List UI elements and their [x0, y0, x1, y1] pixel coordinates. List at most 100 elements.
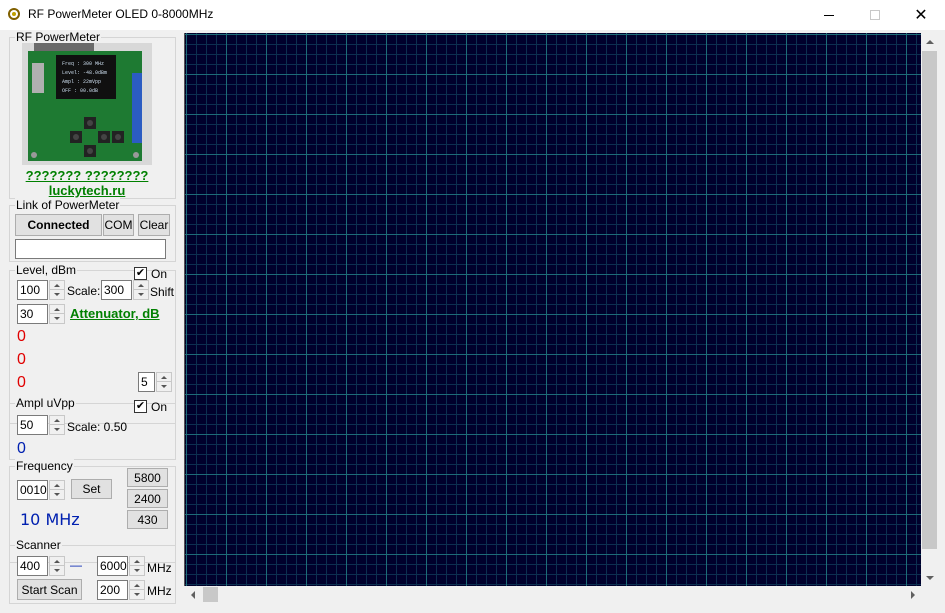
- ampl-scale-label: Scale: 0.50: [67, 420, 128, 434]
- scroll-down-icon[interactable]: [921, 569, 938, 586]
- level-reading-3: 0: [17, 374, 26, 391]
- scroll-right-icon[interactable]: [904, 586, 921, 603]
- scan-range-dash: —: [70, 558, 82, 572]
- client-area: RF PowerMeter Freq : 300 MHz Level: -48.…: [0, 30, 945, 613]
- spin-up-icon[interactable]: [50, 281, 64, 290]
- spin-down-icon[interactable]: [130, 566, 144, 575]
- level-reading-1: 0: [17, 328, 26, 345]
- scanner-group: Scanner 400 — 6000 MHz Start Scan 200 MH…: [9, 538, 176, 604]
- frequency-reading: 10 MHz: [20, 510, 80, 529]
- average-spinner[interactable]: [156, 372, 172, 392]
- scan-step-unit: MHz: [147, 584, 172, 598]
- spin-down-icon[interactable]: [130, 590, 144, 599]
- attenuator-link[interactable]: Attenuator, dB: [70, 306, 160, 321]
- ampl-on-checkbox[interactable]: ✔: [134, 400, 147, 413]
- spin-down-icon[interactable]: [50, 290, 64, 299]
- device-photo: Freq : 300 MHz Level: -48.0dBm Ampl : 22…: [22, 43, 152, 165]
- scan-start-spinner[interactable]: [49, 556, 65, 576]
- ampl-on-label: On: [151, 400, 168, 414]
- ampl-group-legend: Ampl uVpp: [15, 396, 76, 410]
- scroll-corner: [921, 586, 938, 603]
- preset-2400-button[interactable]: 2400: [127, 489, 168, 508]
- status-field[interactable]: [15, 239, 166, 259]
- scroll-up-icon[interactable]: [921, 33, 938, 50]
- link-group-legend: Link of PowerMeter: [15, 198, 121, 212]
- spin-down-icon[interactable]: [50, 490, 64, 499]
- svg-text:Freq : 300 MHz: Freq : 300 MHz: [62, 61, 104, 67]
- spin-up-icon[interactable]: [130, 581, 144, 590]
- com-button[interactable]: COM: [103, 214, 134, 236]
- scan-end-spinner[interactable]: [129, 556, 145, 576]
- connected-button[interactable]: Connected: [15, 214, 102, 236]
- checkmark-icon: ✔: [135, 267, 146, 279]
- ampl-group: Ampl uVpp ✔ On 50 Scale: 0.50 0: [9, 396, 176, 460]
- svg-text:Level: -48.0dBm: Level: -48.0dBm: [62, 70, 107, 76]
- preset-5800-button[interactable]: 5800: [127, 468, 168, 487]
- spin-down-icon[interactable]: [157, 382, 171, 391]
- spin-up-icon[interactable]: [157, 373, 171, 382]
- attenuator-spinner[interactable]: [49, 304, 65, 324]
- spin-down-icon[interactable]: [50, 566, 64, 575]
- spin-up-icon[interactable]: [50, 557, 64, 566]
- vertical-scroll-thumb[interactable]: [921, 50, 938, 550]
- set-button[interactable]: Set: [71, 479, 112, 499]
- ampl-spinner[interactable]: [49, 415, 65, 435]
- scroll-left-icon[interactable]: [184, 586, 201, 603]
- frequency-group-legend: Frequency: [15, 459, 74, 473]
- checkmark-icon: ✔: [135, 400, 146, 412]
- close-button[interactable]: ✕: [898, 0, 944, 30]
- spin-up-icon[interactable]: [134, 281, 148, 290]
- scan-step-input[interactable]: 200: [97, 580, 128, 600]
- spin-down-icon[interactable]: [134, 290, 148, 299]
- scale-label: Scale:: [67, 284, 101, 298]
- link-group: Link of PowerMeter Connected COM Clear: [9, 198, 176, 262]
- frequency-spinner[interactable]: [49, 480, 65, 500]
- frequency-input[interactable]: 0010: [17, 480, 48, 500]
- scale-spinner[interactable]: [133, 280, 149, 300]
- spin-up-icon[interactable]: [130, 557, 144, 566]
- scale-input[interactable]: 300: [101, 280, 132, 300]
- horizontal-scroll-thumb[interactable]: [202, 586, 219, 603]
- device-group-legend: RF PowerMeter: [15, 30, 102, 44]
- shift-label: Shift: [150, 285, 175, 299]
- clear-button[interactable]: Clear: [138, 214, 170, 236]
- scan-end-input[interactable]: 6000: [97, 556, 128, 576]
- spectrum-plot[interactable]: [184, 33, 921, 586]
- level-reading-2: 0: [17, 351, 26, 368]
- minimize-button[interactable]: [806, 0, 852, 30]
- level-group-legend: Level, dBm: [15, 263, 78, 277]
- site-link[interactable]: luckytech.ru: [22, 183, 152, 198]
- svg-text:Ampl : 22mVpp: Ampl : 22mVpp: [62, 79, 101, 85]
- spin-up-icon[interactable]: [50, 416, 64, 425]
- spin-up-icon[interactable]: [50, 305, 64, 314]
- maximize-icon: [870, 10, 880, 20]
- ampl-reading: 0: [17, 440, 26, 457]
- level-spinner[interactable]: [49, 280, 65, 300]
- start-scan-button[interactable]: Start Scan: [17, 579, 82, 600]
- close-icon: ✕: [914, 7, 928, 24]
- level-input[interactable]: 100: [17, 280, 48, 300]
- spin-down-icon[interactable]: [50, 314, 64, 323]
- attenuator-input[interactable]: 30: [17, 304, 48, 324]
- vertical-scrollbar[interactable]: [921, 33, 938, 586]
- window-title: RF PowerMeter OLED 0-8000MHz: [28, 7, 214, 21]
- spin-down-icon[interactable]: [50, 425, 64, 434]
- level-on-label: On: [151, 267, 168, 281]
- device-group: RF PowerMeter Freq : 300 MHz Level: -48.…: [9, 30, 176, 199]
- horizontal-scrollbar[interactable]: [184, 586, 921, 603]
- device-caption-link[interactable]: ??????? ????????: [22, 168, 152, 183]
- ampl-input[interactable]: 50: [17, 415, 48, 435]
- level-on-checkbox[interactable]: ✔: [134, 267, 147, 280]
- scan-end-unit: MHz: [147, 561, 172, 575]
- app-icon: [8, 8, 20, 20]
- preset-430-button[interactable]: 430: [127, 510, 168, 529]
- svg-text:OFF : 00.0dB: OFF : 00.0dB: [62, 88, 98, 94]
- spin-up-icon[interactable]: [50, 481, 64, 490]
- average-input[interactable]: 5: [138, 372, 155, 392]
- scan-step-spinner[interactable]: [129, 580, 145, 600]
- minimize-icon: [824, 14, 834, 16]
- maximize-button[interactable]: [852, 0, 898, 30]
- scanner-group-legend: Scanner: [15, 538, 62, 552]
- title-bar: RF PowerMeter OLED 0-8000MHz ✕: [0, 0, 945, 30]
- scan-start-input[interactable]: 400: [17, 556, 48, 576]
